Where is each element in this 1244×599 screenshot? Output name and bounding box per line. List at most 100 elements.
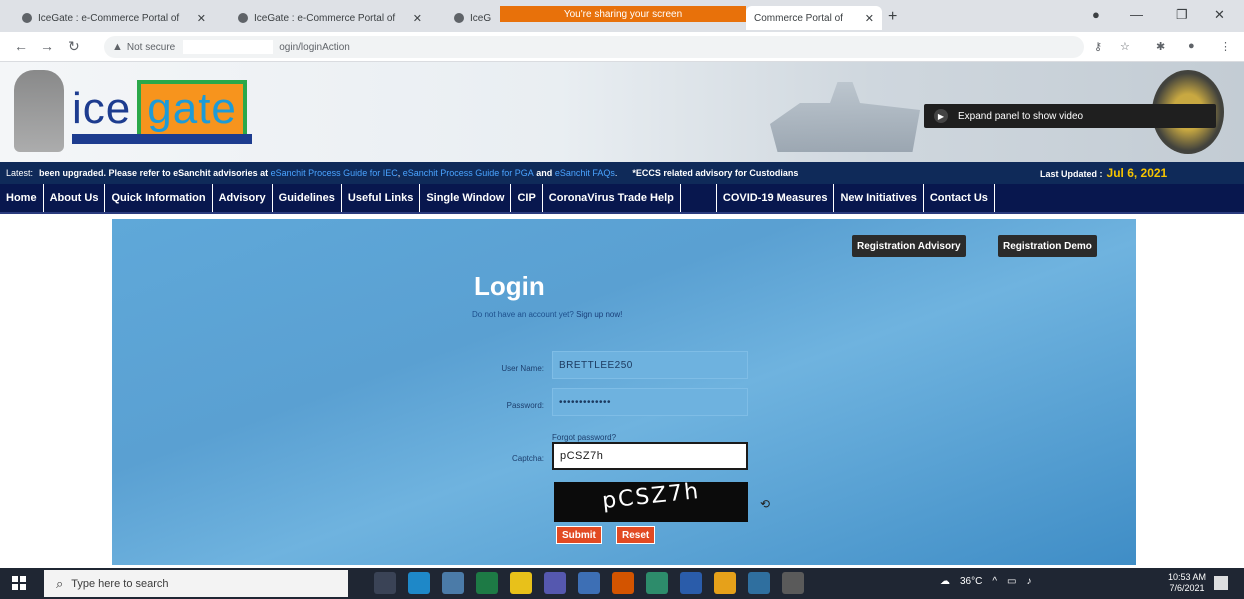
last-updated-label: Last Updated : — [1040, 169, 1103, 179]
nav-advisory[interactable]: Advisory — [213, 184, 273, 212]
key-icon[interactable]: ⚷ — [1094, 40, 1102, 53]
taskbar-clock[interactable]: 10:53 AM 7/6/2021 — [1168, 572, 1206, 594]
back-icon[interactable]: ← — [14, 38, 28, 54]
forgot-password-link[interactable]: Forgot password? — [552, 433, 616, 442]
volume-icon[interactable]: ♪ — [1027, 576, 1032, 587]
ticker-advisory[interactable]: *ECCS related advisory for Custodians — [632, 168, 798, 178]
search-icon: ⌕ — [56, 575, 64, 591]
close-icon[interactable]: ✕ — [865, 12, 874, 25]
star-icon[interactable]: ☆ — [1120, 40, 1130, 53]
nav-home[interactable]: Home — [0, 184, 44, 212]
people-icon[interactable] — [578, 572, 600, 594]
outlook-icon[interactable] — [612, 572, 634, 594]
captcha-input[interactable]: pCSZ7h — [552, 442, 748, 470]
browser-tab-active[interactable]: Commerce Portal of ✕ — [746, 6, 882, 30]
nav-covid-measures[interactable]: COVID-19 Measures — [717, 184, 835, 212]
registration-advisory-button[interactable]: Registration Advisory — [852, 235, 966, 257]
url-path: ogin/loginAction — [279, 41, 350, 53]
weather-icon[interactable]: ☁ — [940, 576, 950, 587]
menu-icon[interactable]: ⋮ — [1220, 40, 1231, 53]
chevron-up-icon[interactable]: ^ — [992, 576, 997, 587]
profile-icon[interactable]: ● — [1092, 7, 1100, 22]
extensions-icon[interactable]: ✱ — [1156, 40, 1165, 53]
username-field[interactable]: BRETTLEE250 — [552, 351, 748, 379]
last-updated-date: Jul 6, 2021 — [1106, 166, 1168, 180]
url-redacted — [183, 40, 274, 54]
browser-tab[interactable]: IceGate : e-Commerce Portal of ✕ — [14, 6, 214, 30]
ticker-link[interactable]: eSanchit FAQs — [555, 168, 615, 178]
url-field[interactable]: ▲ Not secure ogin/loginAction — [104, 36, 1084, 58]
word-icon[interactable] — [680, 572, 702, 594]
browser-tab[interactable]: IceGate : e-Commerce Portal of ✕ — [230, 6, 430, 30]
ticker-link[interactable]: eSanchit Process Guide for PGA — [403, 168, 534, 178]
clock-date: 7/6/2021 — [1169, 583, 1205, 593]
nav-spacer — [681, 184, 717, 212]
logo-tagline-bar — [72, 134, 252, 144]
windows-start-icon[interactable] — [12, 576, 26, 590]
signup-link[interactable]: Sign up now! — [576, 310, 622, 319]
nav-quick-information[interactable]: Quick Information — [105, 184, 213, 212]
temperature[interactable]: 36°C — [960, 576, 982, 587]
tab-title: IceGate : e-Commerce Portal of — [38, 12, 180, 24]
edge-icon[interactable] — [408, 572, 430, 594]
nav-single-window[interactable]: Single Window — [420, 184, 512, 212]
close-icon[interactable]: ✕ — [413, 12, 422, 25]
refresh-captcha-icon[interactable]: ⟲ — [760, 497, 770, 511]
tab-title: IceG — [470, 12, 492, 24]
national-emblem — [14, 70, 64, 152]
icegate-logo[interactable]: ice gate — [72, 80, 247, 138]
forward-icon[interactable]: → — [40, 38, 54, 54]
globe-icon — [238, 13, 248, 23]
login-title: Login — [474, 271, 545, 301]
submit-button[interactable]: Submit — [556, 526, 602, 544]
network-icon[interactable]: ▭ — [1007, 576, 1016, 587]
news-ticker: Latest: been upgraded. Please refer to e… — [0, 162, 1244, 184]
warning-icon: ▲ — [112, 41, 123, 53]
nav-guidelines[interactable]: Guidelines — [273, 184, 342, 212]
nav-coronavirus-trade-help[interactable]: CoronaVirus Trade Help — [543, 184, 681, 212]
task-view-icon[interactable] — [374, 572, 396, 594]
app-icon[interactable] — [646, 572, 668, 594]
logo-text-ice: ice — [72, 84, 132, 133]
login-panel: Registration Advisory Registration Demo … — [112, 219, 1136, 565]
teams-icon[interactable] — [544, 572, 566, 594]
nav-contact-us[interactable]: Contact Us — [924, 184, 995, 212]
registration-demo-button[interactable]: Registration Demo — [998, 235, 1097, 257]
lock-icon — [22, 13, 32, 23]
video-overlay[interactable]: ▶ Expand panel to show video — [924, 104, 1216, 128]
clock-time: 10:53 AM — [1168, 572, 1207, 582]
taskbar-search-placeholder: Type here to search — [71, 577, 169, 590]
tab-title: IceGate : e-Commerce Portal of — [254, 12, 396, 24]
maximize-button[interactable]: ❐ — [1176, 7, 1188, 23]
sticky-notes-icon[interactable] — [510, 572, 532, 594]
close-icon[interactable]: ✕ — [197, 12, 206, 25]
settings-icon[interactable] — [782, 572, 804, 594]
last-updated: Last Updated : Jul 6, 2021 — [1040, 166, 1167, 180]
main-content: Registration Advisory Registration Demo … — [0, 214, 1244, 568]
notification-icon[interactable] — [1214, 576, 1228, 590]
browser-tab[interactable]: IceG — [446, 6, 500, 30]
new-tab-button[interactable]: + — [888, 8, 897, 26]
screen-sharing-banner: You're sharing your screen — [500, 6, 746, 22]
ticker-link[interactable]: eSanchit Process Guide for IEC — [271, 168, 398, 178]
nav-cip[interactable]: CIP — [511, 184, 543, 212]
app-icon[interactable] — [748, 572, 770, 594]
browser-window: IceGate : e-Commerce Portal of ✕ IceGate… — [0, 0, 1244, 599]
nav-about-us[interactable]: About Us — [44, 184, 106, 212]
taskbar-apps — [374, 572, 804, 594]
close-window-button[interactable]: ✕ — [1214, 7, 1225, 23]
minimize-button[interactable]: — — [1130, 7, 1143, 22]
lock-icon — [454, 13, 464, 23]
nav-new-initiatives[interactable]: New Initiatives — [834, 184, 924, 212]
excel-icon[interactable] — [476, 572, 498, 594]
taskbar-search[interactable]: ⌕ Type here to search — [44, 570, 348, 597]
reset-button[interactable]: Reset — [616, 526, 656, 544]
signup-text: Do not have an account yet? — [472, 310, 574, 319]
reload-icon[interactable]: ↻ — [68, 38, 80, 55]
system-tray: ☁ 36°C ^ ▭ ♪ — [940, 576, 1032, 587]
file-explorer-icon[interactable] — [442, 572, 464, 594]
chrome-icon[interactable] — [714, 572, 736, 594]
password-field[interactable]: ••••••••••••• — [552, 388, 748, 416]
account-icon[interactable]: ● — [1188, 40, 1195, 52]
nav-useful-links[interactable]: Useful Links — [342, 184, 421, 212]
